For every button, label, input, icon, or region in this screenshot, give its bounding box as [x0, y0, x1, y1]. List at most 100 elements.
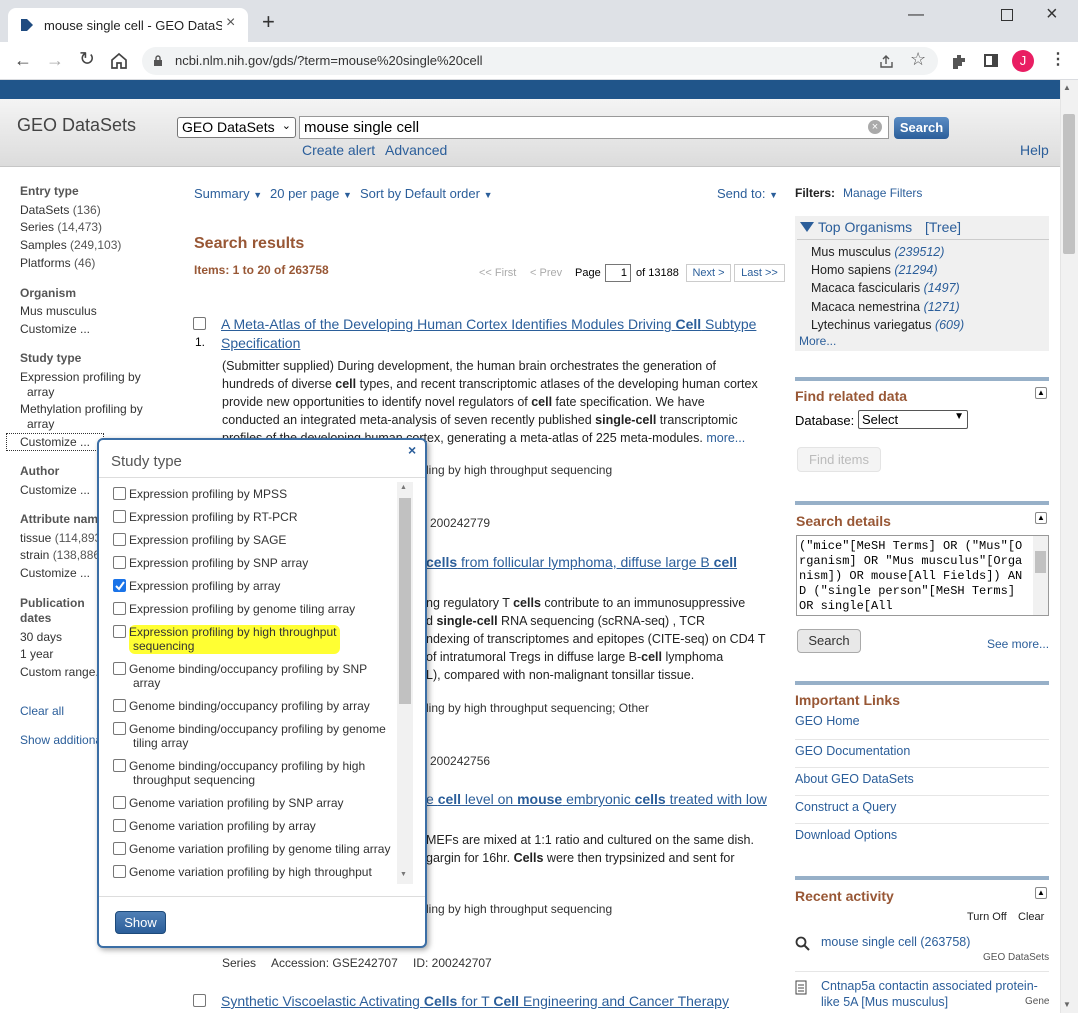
geo-documentation-link[interactable]: GEO Documentation	[795, 744, 910, 758]
share-icon[interactable]	[879, 54, 894, 69]
checkbox[interactable]	[113, 865, 126, 878]
clear-all-link[interactable]: Clear all	[20, 704, 64, 718]
back-arrow-icon[interactable]: ←	[14, 50, 32, 71]
new-tab-icon[interactable]: +	[262, 11, 275, 33]
browser-menu-icon[interactable]: ⋮	[1050, 49, 1066, 69]
recent-gene-link-l2[interactable]: like 5A [Mus musculus]	[821, 995, 948, 1009]
page-scroll-thumb[interactable]	[1063, 114, 1075, 254]
prev-page-link[interactable]: < Prev	[530, 267, 562, 279]
checkbox[interactable]	[113, 662, 126, 675]
checkbox[interactable]	[113, 819, 126, 832]
filter-samples[interactable]: Samples (249,103)	[20, 238, 121, 252]
collapse-box-icon[interactable]: ▲	[1035, 887, 1047, 899]
filter-strain[interactable]: strain (138,886	[20, 548, 100, 562]
find-items-button[interactable]: Find items	[797, 447, 881, 472]
scroll-up-icon[interactable]: ▲	[400, 484, 407, 491]
more-organisms-link[interactable]: More...	[799, 334, 836, 348]
checkbox[interactable]	[113, 722, 126, 735]
tree-link[interactable]: [Tree]	[925, 219, 961, 235]
summary-format-dropdown[interactable]: Summary ▼	[194, 186, 262, 201]
clear-link[interactable]: Clear	[1018, 911, 1044, 923]
extensions-icon[interactable]	[950, 52, 968, 70]
filter-platforms[interactable]: Platforms (46)	[20, 256, 95, 270]
reload-icon[interactable]: ↻	[79, 48, 95, 71]
create-alert-link[interactable]: Create alert	[302, 142, 375, 158]
customize-organism-link[interactable]: Customize ...	[20, 322, 90, 336]
download-options-link[interactable]: Download Options	[795, 828, 897, 842]
scroll-down-icon[interactable]: ▼	[400, 871, 407, 878]
top-organisms-heading[interactable]: Top Organisms	[818, 219, 912, 235]
result-checkbox[interactable]	[193, 317, 206, 330]
scroll-down-icon[interactable]: ▼	[1063, 1000, 1071, 1009]
filter-series[interactable]: Series (14,473)	[20, 220, 102, 234]
result-title-link[interactable]: cells from follicular lymphoma, diffuse …	[426, 554, 737, 570]
search-details-textarea[interactable]: ("mice"[MeSH Terms] OR ("Mus"[Organism] …	[796, 535, 1049, 616]
send-to-dropdown[interactable]: Send to: ▼	[717, 186, 778, 201]
filter-methylation-array-l2[interactable]: array	[27, 417, 54, 431]
collapse-box-icon[interactable]: ▲	[1035, 512, 1047, 524]
checkbox[interactable]	[113, 796, 126, 809]
tab-close-icon[interactable]: ×	[226, 14, 235, 32]
checked-checkbox[interactable]	[113, 579, 126, 592]
about-geo-datasets-link[interactable]: About GEO DataSets	[795, 772, 914, 786]
filter-mus-musculus[interactable]: Mus musculus	[20, 304, 97, 318]
filter-custom-range[interactable]: Custom range...	[20, 665, 105, 679]
manage-filters-link[interactable]: Manage Filters	[843, 186, 922, 200]
organism-item[interactable]: Lytechinus variegatus (609)	[811, 316, 964, 334]
checkbox[interactable]	[113, 533, 126, 546]
bookmark-star-icon[interactable]: ☆	[910, 49, 926, 70]
filter-expression-array-l1[interactable]: Expression profiling by	[20, 370, 141, 384]
details-search-button[interactable]: Search	[797, 629, 861, 653]
checkbox[interactable]	[113, 759, 126, 772]
address-bar[interactable]: ncbi.nlm.nih.gov/gds/?term=mouse%20singl…	[142, 47, 938, 75]
profile-avatar[interactable]: J	[1012, 50, 1034, 72]
result-title-link-line2[interactable]: Specification	[221, 335, 300, 351]
filter-1-year[interactable]: 1 year	[20, 647, 53, 661]
checkbox[interactable]	[113, 842, 126, 855]
database-select[interactable]: GEO DataSets ⌄	[177, 117, 296, 138]
checkbox[interactable]	[113, 625, 126, 638]
scroll-up-icon[interactable]: ▲	[1063, 83, 1071, 92]
result-title-link[interactable]: A Meta-Atlas of the Developing Human Cor…	[221, 316, 756, 332]
result-checkbox[interactable]	[193, 994, 206, 1007]
recent-gene-link-l1[interactable]: Cntnap5a contactin associated protein-	[821, 979, 1038, 993]
checkbox[interactable]	[113, 487, 126, 500]
organism-item[interactable]: Macaca fascicularis (1497)	[811, 279, 964, 297]
clear-search-icon[interactable]: ×	[868, 120, 882, 134]
search-button[interactable]: Search	[894, 117, 949, 139]
advanced-link[interactable]: Advanced	[385, 142, 447, 158]
collapse-box-icon[interactable]: ▲	[1035, 387, 1047, 399]
sidebar-toggle-icon[interactable]	[984, 54, 998, 67]
next-page-button[interactable]: Next >	[686, 264, 731, 282]
organism-item[interactable]: Macaca nemestrina (1271)	[811, 298, 964, 316]
organism-item[interactable]: Mus musculus (239512)	[811, 243, 964, 261]
popup-scroll-thumb[interactable]	[399, 498, 411, 704]
search-input[interactable]: mouse single cell ×	[299, 116, 889, 139]
filter-tissue[interactable]: tissue (114,893	[20, 531, 101, 545]
see-more-link[interactable]: See more...	[987, 637, 1049, 651]
checkbox[interactable]	[113, 556, 126, 569]
filter-methylation-array-l1[interactable]: Methylation profiling by	[20, 402, 143, 416]
textarea-scrollbar[interactable]	[1033, 536, 1048, 615]
show-additional-filters-link[interactable]: Show additiona	[20, 733, 102, 747]
customize-author-link[interactable]: Customize ...	[20, 483, 90, 497]
first-page-link[interactable]: << First	[479, 267, 516, 279]
minimize-icon[interactable]: —	[908, 6, 924, 24]
popup-close-icon[interactable]: ×	[408, 442, 416, 458]
construct-query-link[interactable]: Construct a Query	[795, 800, 896, 814]
organism-item[interactable]: Homo sapiens (21294)	[811, 261, 964, 279]
related-database-select[interactable]: Select ▼	[858, 410, 968, 429]
home-icon[interactable]	[110, 52, 128, 69]
recent-search-link[interactable]: mouse single cell (263758)	[821, 935, 970, 949]
forward-arrow-icon[interactable]: →	[46, 50, 64, 71]
customize-attribute-link[interactable]: Customize ...	[20, 566, 90, 580]
filter-datasets[interactable]: DataSets (136)	[20, 203, 101, 217]
help-link[interactable]: Help	[1020, 142, 1049, 158]
collapse-triangle-icon[interactable]	[800, 222, 814, 232]
result-title-link[interactable]: Synthetic Viscoelastic Activating Cells …	[221, 993, 729, 1009]
show-button[interactable]: Show	[115, 911, 166, 934]
turn-off-link[interactable]: Turn Off	[967, 911, 1007, 923]
checkbox[interactable]	[113, 699, 126, 712]
geo-home-link[interactable]: GEO Home	[795, 714, 860, 728]
per-page-dropdown[interactable]: 20 per page ▼	[270, 186, 352, 201]
